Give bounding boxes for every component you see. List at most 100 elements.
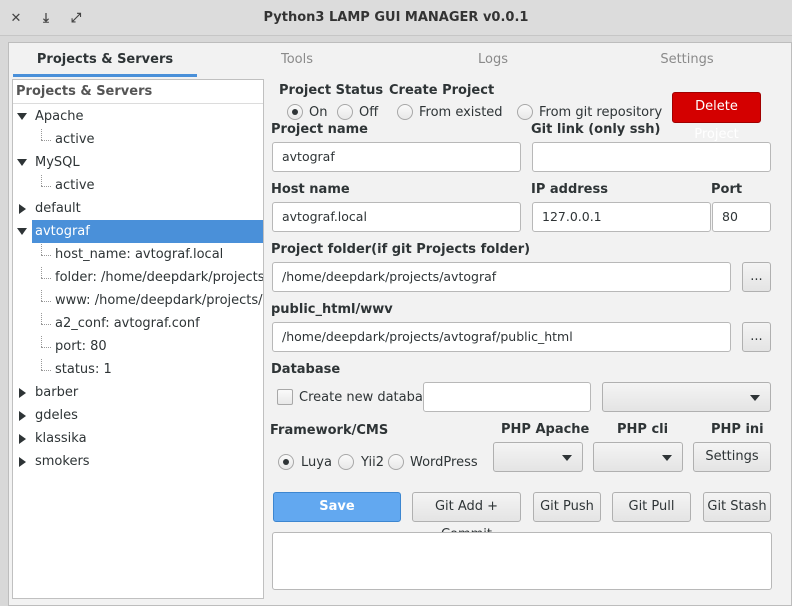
database-name-input[interactable] [423, 382, 591, 412]
tree-item-label: klassika [35, 431, 87, 446]
php-apache-label: PHP Apache [501, 422, 590, 437]
git-link-label: Git link (only ssh) [531, 122, 661, 137]
tab-bar: Projects & Servers Tools Logs Settings [9, 43, 791, 77]
project-folder-input[interactable]: /home/deepdark/projects/avtograf [272, 262, 731, 292]
tree-child-item[interactable]: active [13, 128, 263, 151]
tree-item-klassika[interactable]: klassika [13, 427, 263, 450]
expander-expanded-icon[interactable] [17, 113, 27, 120]
framework-luya-radio[interactable] [278, 454, 294, 470]
git-pull-button[interactable]: Git Pull [612, 492, 691, 522]
git-link-input[interactable] [532, 142, 771, 172]
tree-guide-line [41, 347, 51, 348]
tree-guide-line [41, 335, 42, 347]
delete-project-button[interactable]: Delete Project [672, 92, 761, 142]
tree-item-label: Apache [35, 109, 84, 124]
tree-child-item[interactable]: status: 1 [13, 358, 263, 381]
php-cli-select[interactable] [593, 442, 683, 472]
tree-child-item[interactable]: folder: /home/deepdark/projects/a... [13, 266, 263, 289]
public-html-browse-button[interactable]: ... [742, 322, 771, 352]
tree-item-apache[interactable]: Apache [13, 105, 263, 128]
tab-projects-servers[interactable]: Projects & Servers [13, 43, 197, 77]
tree-item-default[interactable]: default [13, 197, 263, 220]
tree-guide-line [41, 289, 42, 301]
tree-item-label: MySQL [35, 155, 80, 170]
main-window: Projects & Servers Tools Logs Settings P… [8, 42, 792, 606]
tree-item-label: a2_conf: avtograf.conf [55, 316, 200, 331]
project-tree[interactable]: Projects & Servers Apache active MySQL acti… [12, 79, 264, 599]
from-existed-label: From existed [419, 105, 503, 120]
tree-guide-line [41, 278, 51, 279]
tree-child-item[interactable]: www: /home/deepdark/projects/av... [13, 289, 263, 312]
database-label: Database [271, 362, 341, 377]
git-push-button[interactable]: Git Push [533, 492, 601, 522]
tree-guide-line [41, 312, 42, 324]
tree-item-label: port: 80 [55, 339, 107, 354]
project-folder-browse-button[interactable]: ... [742, 262, 771, 292]
framework-yii2-label: Yii2 [361, 455, 384, 470]
tree-child-item[interactable]: active [13, 174, 263, 197]
expander-expanded-icon[interactable] [17, 228, 27, 235]
expander-collapsed-icon[interactable] [19, 204, 26, 214]
expander-collapsed-icon[interactable] [19, 457, 26, 467]
tree-child-item[interactable]: port: 80 [13, 335, 263, 358]
create-database-label: Create new database [299, 390, 438, 405]
tree-item-avtograf[interactable]: avtograf [13, 220, 263, 243]
git-stash-button[interactable]: Git Stash [703, 492, 771, 522]
public-html-input[interactable]: /home/deepdark/projects/avtograf/public_… [272, 322, 731, 352]
status-off-label: Off [359, 105, 379, 120]
tree-item-label: status: 1 [55, 362, 112, 377]
framework-wordpress-label: WordPress [410, 455, 478, 470]
project-name-label: Project name [271, 122, 368, 137]
expander-collapsed-icon[interactable] [19, 411, 26, 421]
ip-address-label: IP address [531, 182, 608, 197]
tree-guide-line [41, 324, 51, 325]
tree-item-label: www: /home/deepdark/projects/av... [55, 293, 263, 308]
tree-item-mysql[interactable]: MySQL [13, 151, 263, 174]
tree-guide-line [41, 128, 42, 140]
tree-item-barber[interactable]: barber [13, 381, 263, 404]
expander-collapsed-icon[interactable] [19, 434, 26, 444]
window-title: Python3 LAMP GUI MANAGER v0.0.1 [263, 10, 529, 25]
framework-label: Framework/CMS [270, 423, 389, 438]
tree-item-label: gdeles [35, 408, 78, 423]
tree-guide-line [41, 266, 42, 278]
create-database-checkbox[interactable] [277, 389, 293, 405]
tree-guide-line [41, 301, 51, 302]
host-name-input[interactable]: avtograf.local [272, 202, 521, 232]
tree-guide-line [41, 370, 51, 371]
tree-item-label: active [55, 178, 95, 193]
tab-logs[interactable]: Logs [401, 43, 585, 77]
framework-yii2-radio[interactable] [338, 454, 354, 470]
php-apache-select[interactable] [493, 442, 583, 472]
tree-item-label: avtograf [35, 224, 90, 239]
git-add-commit-button[interactable]: Git Add + Commit [412, 492, 521, 542]
php-ini-settings-button[interactable]: Settings [693, 442, 771, 472]
log-output-area[interactable] [272, 532, 772, 590]
tree-guide-line [41, 174, 42, 186]
tree-guide-line [41, 243, 42, 255]
port-input[interactable]: 80 [712, 202, 771, 232]
tree-item-smokers[interactable]: smokers [13, 450, 263, 473]
ip-address-input[interactable]: 127.0.0.1 [532, 202, 711, 232]
expander-collapsed-icon[interactable] [19, 388, 26, 398]
from-git-radio[interactable] [517, 104, 533, 120]
expander-expanded-icon[interactable] [17, 159, 27, 166]
status-on-radio[interactable] [287, 104, 303, 120]
save-button[interactable]: Save [273, 492, 401, 522]
tree-item-label: folder: /home/deepdark/projects/a... [55, 270, 263, 285]
database-select[interactable] [602, 382, 771, 412]
project-name-input[interactable]: avtograf [272, 142, 521, 172]
tree-child-item[interactable]: host_name: avtograf.local [13, 243, 263, 266]
port-label: Port [711, 182, 743, 197]
tree-child-item[interactable]: a2_conf: avtograf.conf [13, 312, 263, 335]
framework-wordpress-radio[interactable] [388, 454, 404, 470]
title-bar: ✕ ⤓ ⤢ Python3 LAMP GUI MANAGER v0.0.1 [0, 0, 792, 36]
from-existed-radio[interactable] [397, 104, 413, 120]
tree-guide-line [41, 255, 51, 256]
tree-header[interactable]: Projects & Servers [13, 80, 263, 104]
tree-item-gdeles[interactable]: gdeles [13, 404, 263, 427]
tab-tools[interactable]: Tools [205, 43, 389, 77]
framework-luya-label: Luya [301, 455, 332, 470]
status-off-radio[interactable] [337, 104, 353, 120]
tab-settings[interactable]: Settings [595, 43, 779, 77]
